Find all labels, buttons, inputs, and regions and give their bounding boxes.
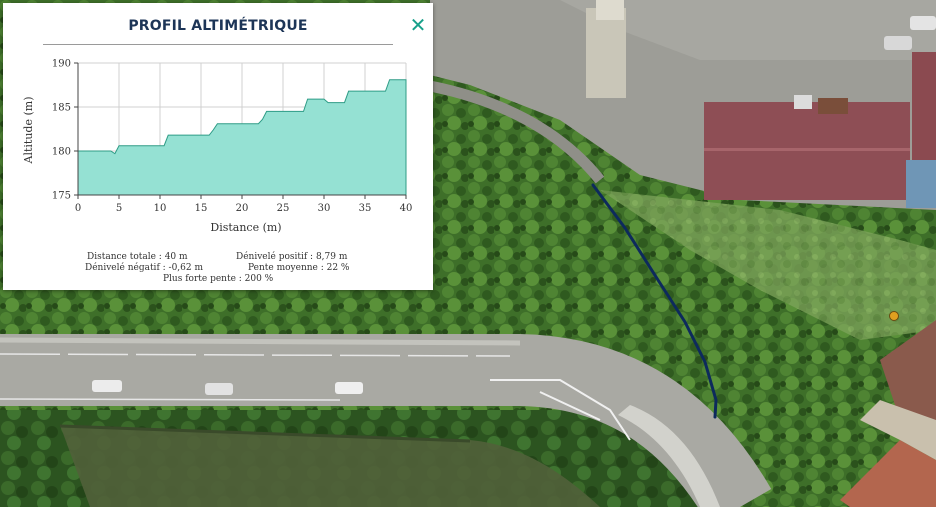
truck (818, 98, 848, 114)
x-tick-label: 5 (116, 203, 122, 214)
y-axis-label: Altitude (m) (22, 97, 35, 165)
storage-stack (596, 0, 624, 20)
x-tick-label: 0 (75, 203, 81, 214)
storage-stack (586, 8, 626, 98)
stat-denivele-positif: Dénivelé positif : 8,79 m (236, 252, 348, 262)
x-tick-label: 40 (400, 203, 413, 214)
stat-pente-moyenne: Pente moyenne : 22 % (248, 263, 350, 273)
stat-denivele-negatif: Dénivelé négatif : -0,62 m (85, 263, 203, 273)
car (335, 382, 363, 394)
y-tick-label: 185 (52, 103, 71, 114)
car (205, 383, 233, 395)
road-sidewalk (0, 337, 521, 346)
car (884, 36, 912, 50)
car (794, 95, 812, 109)
building-roof (912, 52, 936, 160)
y-tick-label: 190 (52, 59, 71, 70)
close-icon[interactable]: ✕ (407, 14, 429, 36)
stat-distance-totale: Distance totale : 40 m (87, 252, 188, 262)
elevation-profile-chart: 0 5 10 15 20 25 30 35 40 175 180 185 190 Distance (m… (22, 59, 413, 235)
y-tick-label: 180 (52, 147, 71, 158)
x-tick-label: 30 (318, 203, 331, 214)
x-tick-label: 20 (236, 203, 249, 214)
building-roof-blue (906, 160, 936, 208)
road-marking (0, 398, 341, 401)
location-marker[interactable] (889, 311, 899, 321)
x-tick-label: 15 (195, 203, 208, 214)
car (92, 380, 122, 392)
x-tick-label: 10 (154, 203, 167, 214)
elevation-profile-panel: PROFIL ALTIMÉTRIQUE ✕ 0 5 10 15 20 25 30 35 40 17… (3, 3, 433, 290)
y-tick-label: 175 (52, 191, 71, 202)
title-divider (43, 44, 393, 45)
x-axis-label: Distance (m) (210, 221, 281, 234)
x-tick-label: 35 (359, 203, 372, 214)
car (910, 16, 936, 30)
panel-title: PROFIL ALTIMÉTRIQUE (128, 18, 308, 34)
stat-plus-forte-pente: Plus forte pente : 200 % (163, 274, 274, 284)
building-roof-ridge (704, 148, 910, 151)
x-tick-label: 25 (277, 203, 290, 214)
